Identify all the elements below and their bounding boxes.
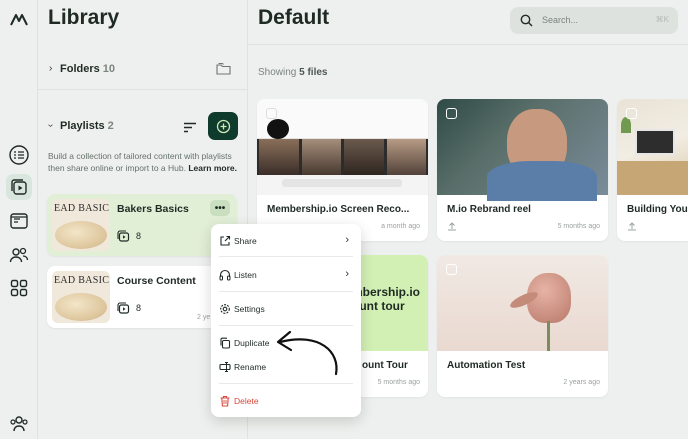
- video-time: 2 years ago: [563, 379, 600, 386]
- search-shortcut: ⌘K: [655, 15, 669, 24]
- video-card[interactable]: Automation Test 2 years ago: [437, 255, 608, 397]
- video-stack-icon: [117, 230, 130, 242]
- video-title: ount Tour: [362, 360, 408, 371]
- select-checkbox[interactable]: [626, 108, 637, 119]
- file-count: Showing 5 files: [258, 67, 328, 78]
- library-icon[interactable]: [6, 174, 32, 200]
- add-playlist-button[interactable]: [208, 112, 238, 140]
- folders-label: Folders 10: [60, 63, 115, 75]
- playlist-thumbnail: EAD BASIC: [52, 199, 110, 251]
- video-title: Automation Test: [447, 360, 526, 371]
- chevron-right-icon: ›: [345, 234, 349, 246]
- playlists-label: Playlists 2: [60, 120, 114, 132]
- playlists-description: Build a collection of tailored content w…: [48, 151, 237, 173]
- video-stack-icon: [117, 302, 130, 314]
- upload-icon: [628, 222, 636, 231]
- duplicate-icon: [220, 337, 231, 349]
- playlist-name: Bakers Basics: [117, 203, 189, 215]
- search-icon: [520, 14, 533, 27]
- menu-item-settings[interactable]: Settings: [211, 298, 361, 320]
- left-rail: [0, 0, 38, 439]
- search-placeholder: Search...: [542, 15, 579, 25]
- page-title: Default: [258, 6, 330, 29]
- playlist-card[interactable]: EAD BASIC Bakers Basics 8 •••: [47, 194, 237, 256]
- annotation-arrow: [276, 330, 338, 376]
- folder-icon[interactable]: [216, 62, 231, 80]
- context-menu: Share › Listen › Settings Duplicate Rena…: [211, 224, 361, 417]
- playlist-time: 2 ye: [197, 314, 211, 321]
- video-time: 5 months ago: [557, 223, 600, 230]
- share-icon: [220, 235, 231, 246]
- playlist-name: Course Content: [117, 275, 196, 287]
- playlist-card[interactable]: EAD BASIC Course Content 8 2 ye: [47, 266, 237, 328]
- chevron-down-icon[interactable]: ›: [45, 124, 56, 127]
- trash-icon: [220, 395, 230, 407]
- video-time: a month ago: [381, 223, 420, 230]
- gear-icon: [220, 304, 230, 314]
- select-checkbox[interactable]: [446, 108, 457, 119]
- select-checkbox[interactable]: [446, 264, 457, 275]
- chevron-right-icon[interactable]: ›: [49, 63, 52, 74]
- select-checkbox[interactable]: [266, 108, 277, 119]
- folders-section[interactable]: › Folders 10: [38, 50, 248, 90]
- upload-icon: [448, 222, 456, 231]
- video-thumbnail: [437, 255, 608, 351]
- playlist-meta: 8: [117, 302, 141, 314]
- video-title: Building Your: [627, 204, 688, 215]
- team-icon[interactable]: [6, 410, 32, 436]
- playlists-section-header[interactable]: › Playlists 2: [38, 108, 248, 148]
- apps-grid-icon[interactable]: [6, 275, 32, 301]
- checklist-icon[interactable]: [6, 142, 32, 168]
- plus-icon: [216, 119, 230, 133]
- more-options-button[interactable]: •••: [210, 200, 230, 216]
- video-card[interactable]: Membership.io Screen Reco... a month ago: [257, 99, 428, 241]
- hub-icon[interactable]: [6, 208, 32, 234]
- playlist-thumbnail: EAD BASIC: [52, 271, 110, 323]
- video-title: M.io Rebrand reel: [447, 204, 531, 215]
- learn-more-link[interactable]: Learn more.: [188, 163, 237, 173]
- sort-icon[interactable]: [183, 120, 197, 138]
- video-thumbnail: [257, 99, 428, 195]
- video-card[interactable]: M.io Rebrand reel 5 months ago: [437, 99, 608, 241]
- logo-icon[interactable]: [6, 6, 32, 32]
- menu-item-listen[interactable]: Listen ›: [211, 264, 361, 286]
- video-thumbnail: [437, 99, 608, 201]
- video-time: 5 months ago: [377, 379, 420, 386]
- rename-icon: [219, 362, 231, 372]
- menu-item-delete[interactable]: Delete: [211, 390, 361, 412]
- playlist-meta: 8: [117, 230, 141, 242]
- search-input[interactable]: Search... ⌘K: [510, 7, 678, 34]
- video-title: Membership.io Screen Reco...: [267, 204, 410, 215]
- headphones-icon: [219, 269, 231, 281]
- menu-item-share[interactable]: Share ›: [211, 230, 361, 252]
- chevron-right-icon: ›: [345, 268, 349, 280]
- video-card[interactable]: Building Your: [617, 99, 688, 241]
- users-icon[interactable]: [6, 242, 32, 268]
- library-title: Library: [48, 6, 120, 29]
